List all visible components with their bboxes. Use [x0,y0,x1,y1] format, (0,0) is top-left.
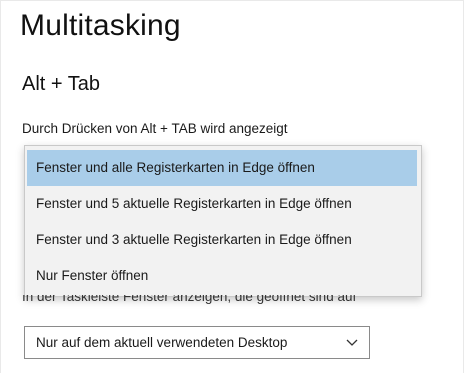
alt-tab-option-windows-only[interactable]: Nur Fenster öffnen [25,258,421,294]
taskbar-desktop-select-value: Nur auf dem aktuell verwendeten Desktop [36,335,288,350]
taskbar-windows-label-text: In der Taskleiste Fenster anzeigen, die … [22,295,357,304]
settings-window: Multitasking Alt + Tab Durch Drücken von… [0,0,464,373]
alt-tab-dropdown-menu: Fenster und alle Registerkarten in Edge … [24,145,422,297]
alt-tab-option-all-tabs[interactable]: Fenster und alle Registerkarten in Edge … [27,150,417,186]
alt-tab-option-3-tabs[interactable]: Fenster und 3 aktuelle Registerkarten in… [25,222,421,258]
alt-tab-option-5-tabs[interactable]: Fenster und 5 aktuelle Registerkarten in… [25,186,421,222]
page-title: Multitasking [20,9,181,42]
chevron-down-icon [346,339,358,346]
alt-tab-label: Durch Drücken von Alt + TAB wird angezei… [22,121,288,136]
taskbar-windows-label: In der Taskleiste Fenster anzeigen, die … [22,295,432,311]
taskbar-desktop-select[interactable]: Nur auf dem aktuell verwendeten Desktop [24,326,370,359]
section-title-alt-tab: Alt + Tab [22,73,101,95]
